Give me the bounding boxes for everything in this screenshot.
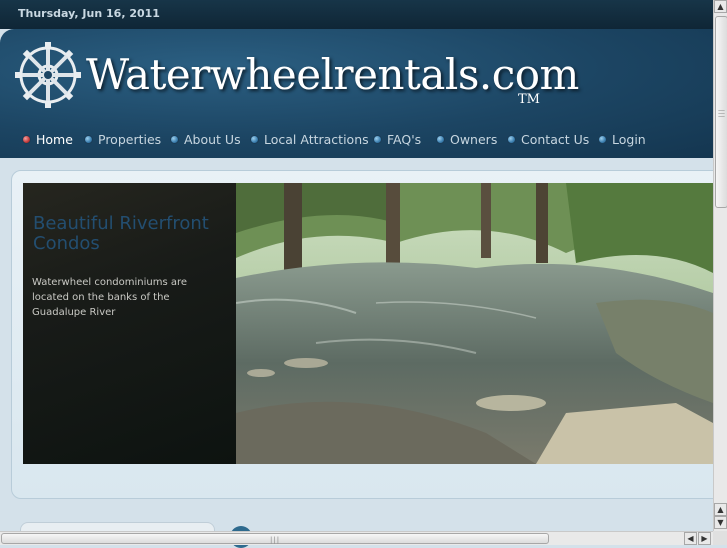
grip-icon: ||| (270, 536, 281, 544)
vertical-scroll-thumb[interactable]: — — — (715, 16, 727, 208)
nav-item-about-us[interactable]: About Us (170, 132, 241, 147)
scrollbar-corner (713, 531, 727, 545)
horizontal-scroll-thumb[interactable]: ||| (1, 533, 549, 544)
nav-item-label: Login (612, 132, 646, 147)
waterwheel-logo-icon[interactable] (13, 40, 83, 110)
slide-title: Beautiful Riverfront Condos (33, 213, 209, 254)
scroll-up-button-lower[interactable]: ▲ (714, 503, 727, 516)
nav-bullet-icon (436, 135, 445, 144)
river-photo (236, 183, 713, 464)
nav-bullet-icon (22, 135, 31, 144)
nav-item-label: Local Attractions (264, 132, 369, 147)
grip-icon: — — — (718, 106, 725, 120)
scroll-up-button[interactable]: ▲ (714, 0, 727, 13)
current-date: Thursday, Jun 16, 2011 (18, 7, 160, 20)
nav-item-label: About Us (184, 132, 241, 147)
nav-item-login[interactable]: Login (598, 132, 646, 147)
vertical-scrollbar[interactable]: ▲ — — — ▲ ▼ (713, 0, 727, 531)
slide-caption: Beautiful Riverfront Condos Waterwheel c… (23, 183, 236, 464)
nav-bullet-icon (598, 135, 607, 144)
nav-item-contact-us[interactable]: Contact Us (507, 132, 589, 147)
trademark: TM (518, 92, 540, 107)
nav-item-label: Owners (450, 132, 498, 147)
nav-item-properties[interactable]: Properties (84, 132, 161, 147)
nav-bullet-icon (250, 135, 259, 144)
scroll-left-button[interactable]: ◀ (684, 532, 697, 545)
nav-bullet-icon (507, 135, 516, 144)
nav-item-home[interactable]: Home (22, 132, 73, 147)
nav-item-faqs[interactable]: FAQ's (373, 132, 421, 147)
nav-item-label: FAQ's (387, 132, 422, 147)
main-nav: Home Properties About Us Local Attractio… (0, 126, 713, 156)
nav-item-label: Contact Us (521, 132, 590, 147)
top-bar: Thursday, Jun 16, 2011 (0, 0, 713, 29)
nav-bullet-icon (170, 135, 179, 144)
site-name[interactable]: Waterwheelrentals.com (86, 50, 579, 99)
slide-text: Waterwheel condominiums are located on t… (32, 277, 188, 318)
nav-bullet-icon (84, 135, 93, 144)
nav-item-label: Properties (98, 132, 162, 147)
scroll-right-button[interactable]: ▶ (698, 532, 711, 545)
featured-slider[interactable]: Beautiful Riverfront Condos Waterwheel c… (23, 183, 713, 464)
nav-item-label: Home (36, 132, 73, 147)
scroll-down-button[interactable]: ▼ (714, 516, 727, 529)
nav-item-owners[interactable]: Owners (436, 132, 497, 147)
nav-item-local-attractions[interactable]: Local Attractions (250, 132, 369, 147)
nav-bullet-icon (373, 135, 382, 144)
horizontal-scrollbar[interactable]: ||| ◀ ▶ (0, 531, 713, 545)
